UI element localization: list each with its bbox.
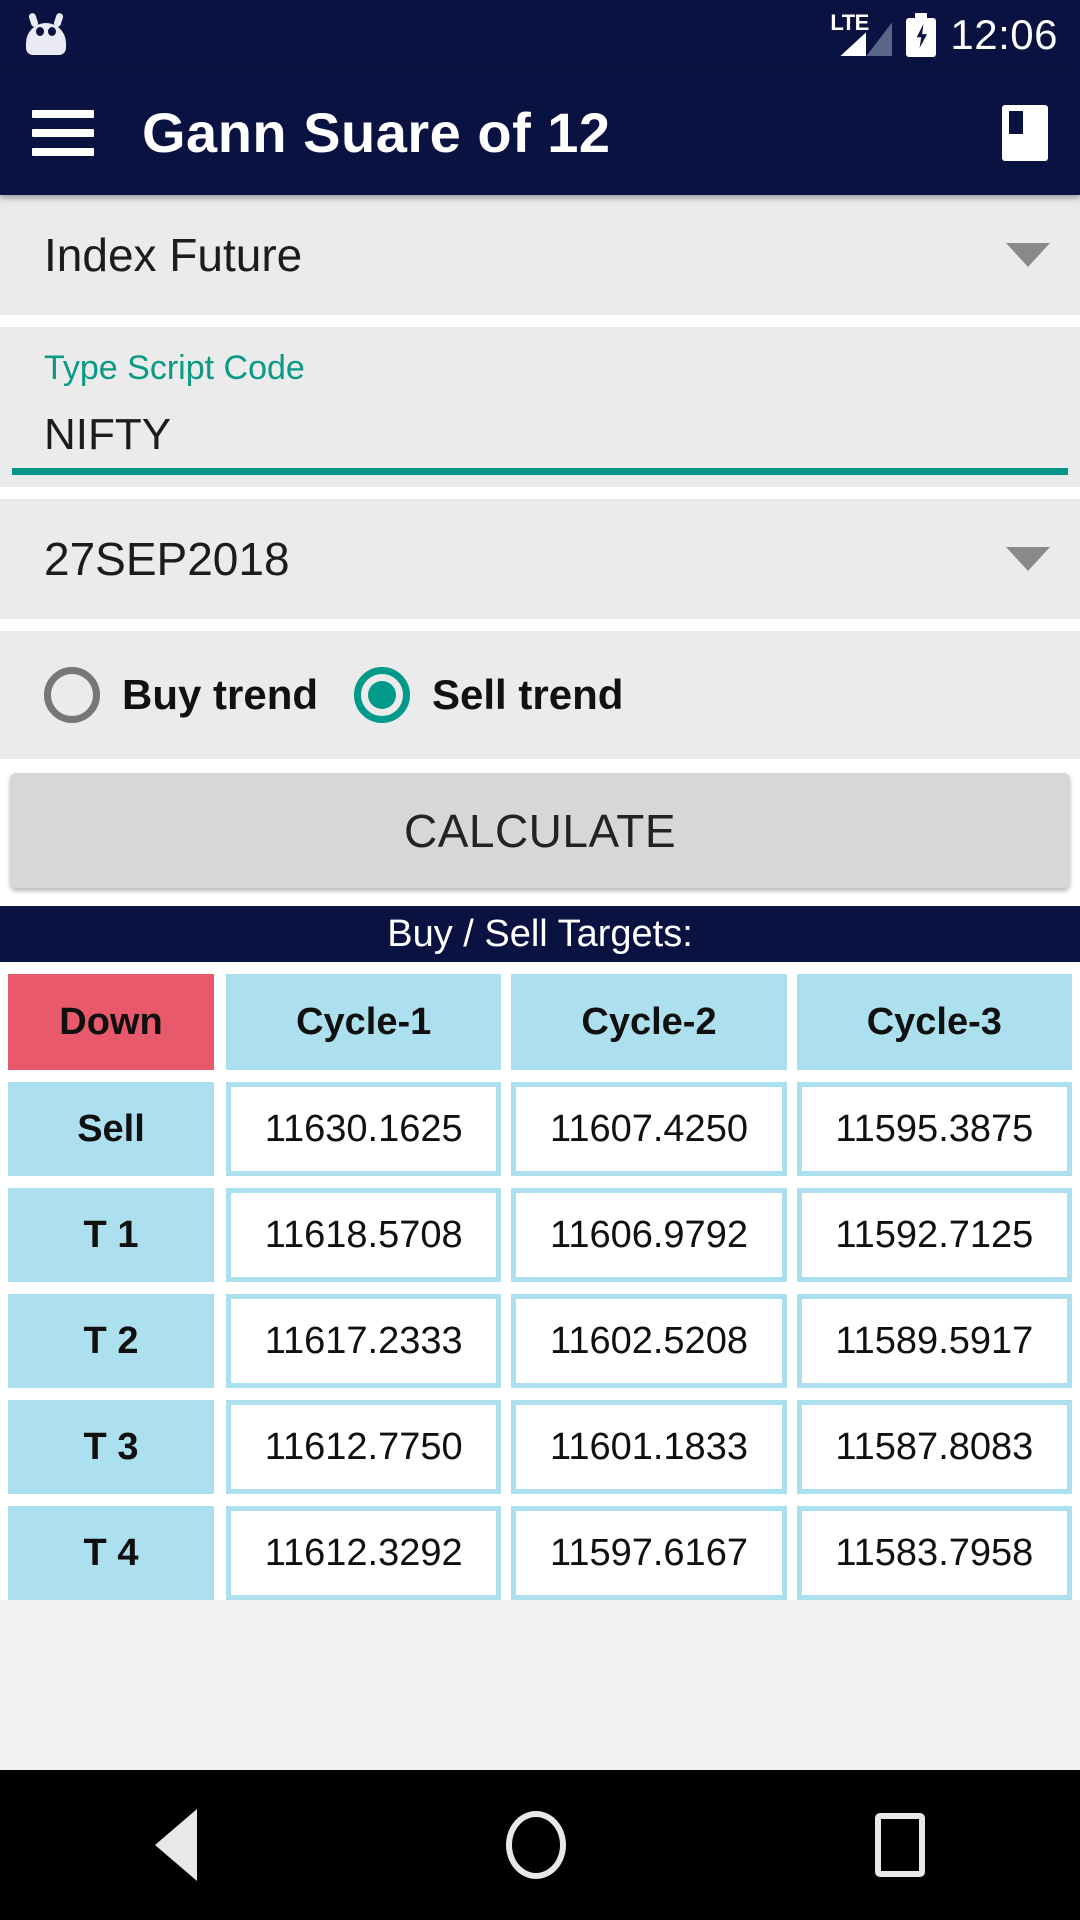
table-column-header: Cycle-3 [797,974,1072,1070]
expiry-spinner[interactable]: 27SEP2018 [0,499,1080,619]
app-toolbar: Gann Suare of 12 [0,70,1080,195]
page-title: Gann Suare of 12 [142,100,611,165]
table-cell: 11595.3875 [797,1082,1072,1176]
battery-charging-icon [906,13,936,57]
table-cell: 11612.7750 [226,1400,501,1494]
table-cell: 11618.5708 [226,1188,501,1282]
expiry-spinner-value: 27SEP2018 [44,532,290,586]
table-corner-label: Down [8,974,214,1070]
calculate-button-wrap: CALCULATE [0,759,1080,906]
radio-selected-icon [354,667,410,723]
table-cell: 11601.1833 [511,1400,786,1494]
recents-square-icon[interactable] [875,1813,925,1877]
radio-buy-trend[interactable]: Buy trend [44,667,318,723]
status-bar: LTE 12:06 [0,0,1080,70]
table-row: T 2 11617.2333 11602.5208 11589.5917 [0,1294,1080,1388]
document-bookmark-icon[interactable] [1002,105,1048,161]
home-circle-icon[interactable] [506,1811,566,1879]
table-row: T 4 11612.3292 11597.6167 11583.7958 [0,1506,1080,1600]
script-code-label: Type Script Code [44,349,1036,388]
radio-unselected-icon [44,667,100,723]
table-cell: 11612.3292 [226,1506,501,1600]
table-cell: 11589.5917 [797,1294,1072,1388]
script-code-field[interactable]: Type Script Code NIFTY [0,327,1080,487]
instrument-spinner-value: Index Future [44,228,302,282]
divider [0,619,1080,631]
table-column-header: Cycle-2 [511,974,786,1070]
table-cell: 11597.6167 [511,1506,786,1600]
table-cell: 11592.7125 [797,1188,1072,1282]
hamburger-menu-icon[interactable] [32,110,94,156]
expiry-spinner-block: 27SEP2018 [0,499,1080,619]
script-code-underline [12,468,1068,475]
script-code-block: Type Script Code NIFTY [0,327,1080,487]
instrument-spinner-block: Index Future [0,195,1080,315]
table-column-header: Cycle-1 [226,974,501,1070]
table-cell: 11630.1625 [226,1082,501,1176]
divider [0,487,1080,499]
calculate-button[interactable]: CALCULATE [10,773,1070,888]
divider [0,315,1080,327]
results-table: Down Cycle-1 Cycle-2 Cycle-3 Sell 11630.… [0,962,1080,1600]
script-code-input[interactable]: NIFTY [44,410,1036,460]
status-bar-left [22,13,70,57]
signal-bars-icon: LTE [830,12,892,58]
network-type-label: LTE [830,10,868,36]
table-cell: 11617.2333 [226,1294,501,1388]
table-cell: 11602.5208 [511,1294,786,1388]
status-bar-right: LTE 12:06 [830,11,1058,59]
table-row-label: T 3 [8,1400,214,1494]
instrument-spinner[interactable]: Index Future [0,195,1080,315]
radio-buy-trend-label: Buy trend [122,671,318,719]
trend-radio-group: Buy trend Sell trend [0,631,1080,759]
table-row: T 1 11618.5708 11606.9792 11592.7125 [0,1188,1080,1282]
results-banner: Buy / Sell Targets: [0,906,1080,962]
chevron-down-icon [1006,243,1050,267]
trend-radio-block: Buy trend Sell trend [0,631,1080,759]
table-cell: 11606.9792 [511,1188,786,1282]
radio-sell-trend[interactable]: Sell trend [354,667,623,723]
table-row-label: Sell [8,1082,214,1176]
table-row-label: T 1 [8,1188,214,1282]
status-bar-clock: 12:06 [950,11,1058,59]
app-root: LTE 12:06 Gann Suare of 12 Index Future [0,0,1080,1920]
table-header-row: Down Cycle-1 Cycle-2 Cycle-3 [0,974,1080,1070]
table-row-label: T 4 [8,1506,214,1600]
back-triangle-icon[interactable] [155,1809,197,1881]
table-row-label: T 2 [8,1294,214,1388]
table-row: Sell 11630.1625 11607.4250 11595.3875 [0,1082,1080,1176]
android-nav-bar [0,1770,1080,1920]
table-cell: 11583.7958 [797,1506,1072,1600]
chevron-down-icon [1006,547,1050,571]
radio-sell-trend-label: Sell trend [432,671,623,719]
table-row: T 3 11612.7750 11601.1833 11587.8083 [0,1400,1080,1494]
table-cell: 11587.8083 [797,1400,1072,1494]
table-cell: 11607.4250 [511,1082,786,1176]
android-robot-icon [22,13,70,57]
